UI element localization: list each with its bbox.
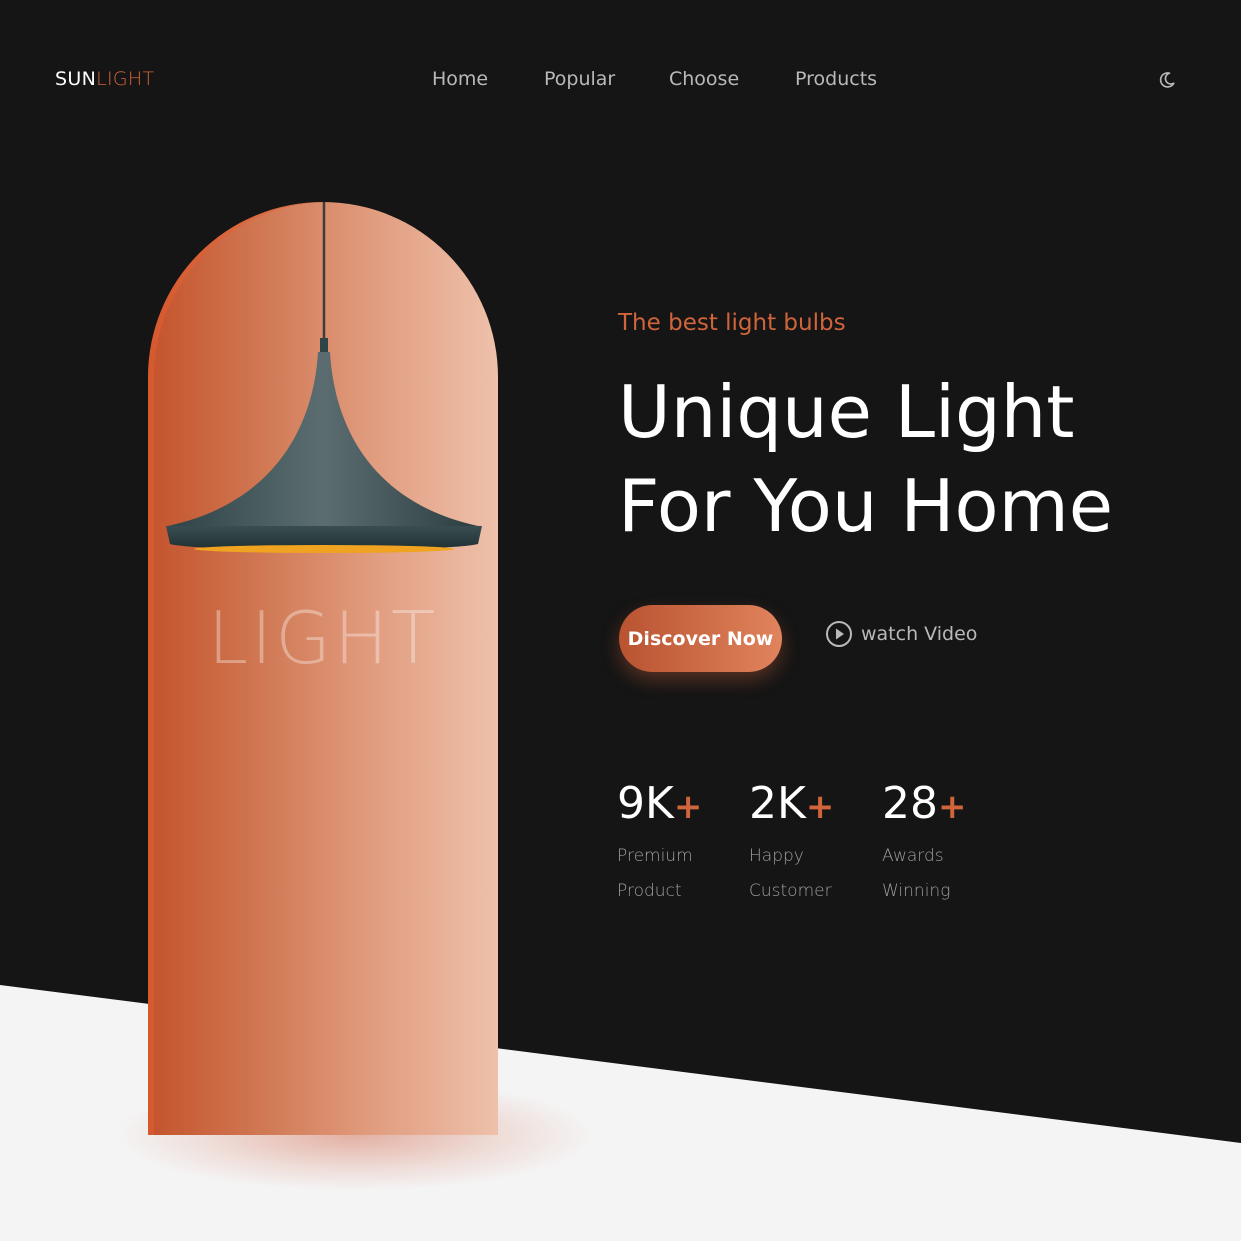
watch-video-link[interactable]: watch Video [825,620,977,648]
nav-choose[interactable]: Choose [669,68,739,90]
moon-icon [1159,72,1175,88]
nav-popular[interactable]: Popular [544,68,615,90]
stat-plus: + [805,787,835,827]
pendant-lamp-image [166,202,482,553]
stat-label: Happy Customer [749,846,832,901]
nav-products[interactable]: Products [795,68,877,90]
logo-part-light: LIGHT [96,68,155,90]
theme-toggle-button[interactable] [1157,70,1177,90]
hero-title-line-1: Unique Light [618,370,1075,454]
logo[interactable]: SUNLIGHT [55,68,154,90]
nav-home[interactable]: Home [432,68,488,90]
hero-title-line-2: For You Home [618,464,1113,548]
hero-eyebrow: The best light bulbs [618,310,846,336]
discover-now-button[interactable]: Discover Now [619,605,782,672]
stat-label: Awards Winning [882,846,951,901]
stat-premium-product: 9K+ Premium Product [617,778,702,909]
stat-value: 2K [749,778,806,829]
stat-label: Premium Product [617,846,693,901]
logo-part-sun: SUN [55,68,97,90]
stat-awards-winning: 28+ Awards Winning [882,778,967,909]
stat-value: 28 [882,778,938,829]
watch-video-label: watch Video [861,623,978,645]
stat-plus: + [673,787,703,827]
play-circle-icon [826,621,852,647]
hero-title: Unique Light For You Home [618,365,1113,553]
stat-value: 9K [617,778,674,829]
stat-plus: + [938,787,967,827]
stat-happy-customer: 2K+ Happy Customer [749,778,834,909]
arch-watermark-text: LIGHT [207,596,439,680]
